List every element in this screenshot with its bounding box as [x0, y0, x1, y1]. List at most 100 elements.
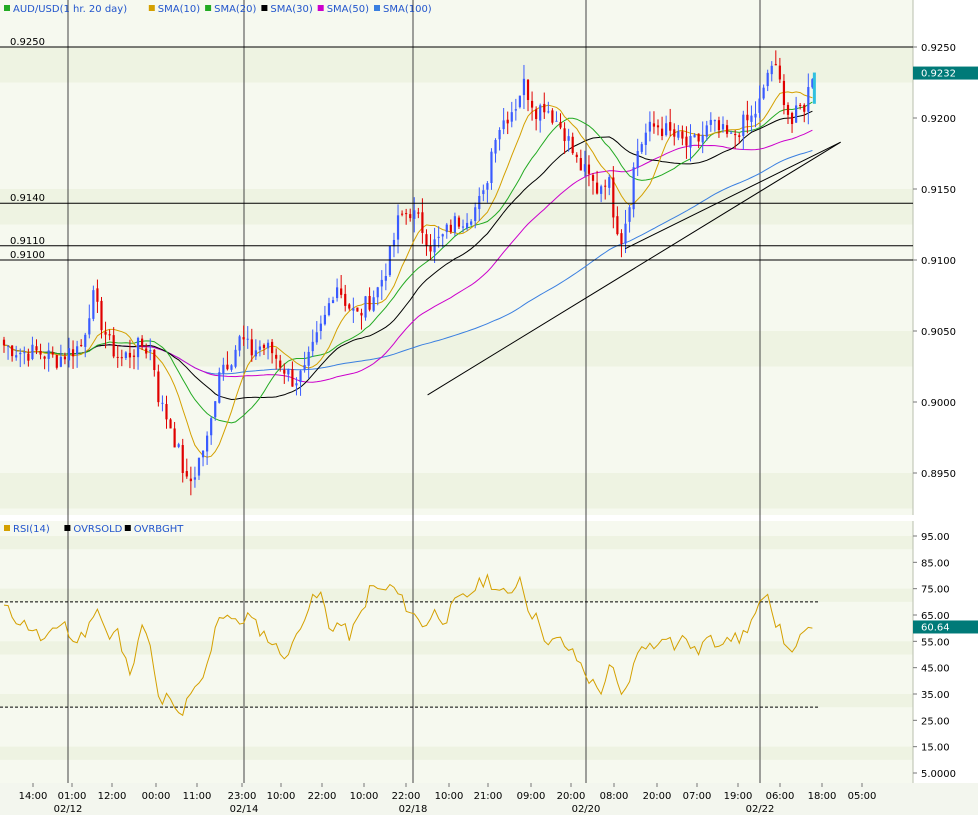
legend-main-item[interactable]: SMA(100) — [374, 4, 432, 15]
candle-body — [563, 128, 566, 142]
x-time-tick: 07:00 — [683, 791, 712, 802]
candle-body — [193, 477, 197, 480]
candle-body — [693, 134, 696, 138]
candle-body — [526, 79, 530, 100]
candle-body — [303, 365, 306, 370]
candle-body — [372, 297, 375, 311]
candle-body — [19, 352, 22, 355]
candle-body — [478, 195, 481, 210]
legend-main-label: SMA(50) — [327, 4, 369, 15]
candle-body — [287, 369, 290, 375]
candle-body — [279, 360, 282, 368]
rsi-y-tick: 15.00 — [921, 743, 950, 754]
candle-body — [656, 125, 660, 128]
candle-body — [153, 349, 156, 371]
candle-body — [409, 214, 412, 219]
x-time-tick: 20:00 — [557, 791, 586, 802]
candle-body — [543, 103, 546, 113]
candle-body — [579, 158, 582, 171]
candle-body — [717, 120, 721, 131]
candle — [518, 95, 521, 109]
legend-swatch — [374, 5, 380, 11]
candle-body — [368, 296, 371, 310]
x-time-tick: 22:00 — [308, 791, 337, 802]
candle-body — [713, 120, 716, 122]
candle-body — [311, 341, 314, 352]
candle-body — [778, 65, 781, 80]
legend-swatch — [124, 525, 131, 531]
candle-body — [400, 213, 404, 215]
price-y-tick: 0.8950 — [921, 469, 956, 480]
candle-body — [705, 125, 708, 137]
rsi-y-tick: 55.00 — [921, 637, 950, 648]
candle-body — [782, 80, 786, 106]
candle-body — [807, 87, 810, 112]
candle-body — [201, 450, 205, 458]
legend-rsi-label: OVRSOLD — [73, 524, 122, 535]
candle-body — [449, 224, 452, 232]
candle-body — [673, 129, 676, 137]
candle-body — [120, 357, 123, 359]
candle-body — [96, 288, 99, 302]
candle-body — [197, 457, 201, 476]
chart-canvas[interactable]: AUD/USD(1 hr. 20 day) SMA(10) SMA(20) SMA(3… — [0, 0, 978, 815]
candle-body — [421, 212, 424, 233]
candle-body — [665, 123, 668, 136]
candle-body — [234, 349, 237, 367]
candle-body — [250, 339, 253, 356]
candle-body — [364, 296, 367, 318]
x-date-tick: 02/20 — [572, 804, 601, 815]
legend-main-item[interactable]: AUD/USD(1 hr. 20 day) — [4, 4, 127, 15]
candle-body — [51, 352, 54, 355]
candle-body — [108, 334, 111, 336]
candle-body — [145, 348, 148, 354]
candle-body — [128, 352, 132, 358]
candle-body — [608, 177, 611, 188]
candle — [551, 108, 554, 125]
rsi-value-tag: 60.64 — [913, 620, 978, 634]
candle-body — [173, 428, 176, 448]
x-time-tick: 10:00 — [435, 791, 464, 802]
candle-body — [88, 318, 91, 335]
legend-rsi-item[interactable]: OVRSOLD — [64, 524, 123, 535]
candle-body — [547, 111, 550, 113]
rsi-y-tick: 5.0000 — [921, 769, 956, 780]
legend-main-label: AUD/USD(1 hr. 20 day) — [13, 4, 127, 15]
candle-body — [461, 226, 465, 228]
candle-body — [730, 132, 733, 134]
price-y-tick: 0.9150 — [921, 185, 956, 196]
candle-body — [770, 65, 773, 75]
candle-body — [766, 72, 769, 87]
price-band — [0, 189, 913, 225]
x-time-tick: 11:00 — [183, 791, 212, 802]
candle — [356, 307, 359, 312]
candle-body — [356, 307, 359, 312]
candle-body — [571, 136, 574, 154]
candle-body — [457, 217, 461, 227]
rsi-y-tick: 65.00 — [921, 611, 950, 622]
candle-body — [210, 418, 213, 436]
candle-body — [23, 352, 26, 354]
candle-body — [506, 119, 509, 124]
candle-body — [685, 136, 688, 146]
x-time-tick: 21:00 — [474, 791, 503, 802]
candle-body — [100, 300, 103, 331]
legend-swatch — [261, 5, 268, 11]
candle-body — [141, 338, 144, 347]
x-time-tick: 22:00 — [392, 791, 421, 802]
price-y-tick: 0.9200 — [921, 114, 956, 125]
x-time-tick: 19:00 — [724, 791, 753, 802]
candle-body — [112, 335, 115, 357]
candle-body — [2, 339, 6, 346]
candle-body — [136, 337, 140, 358]
legend-rsi-item[interactable]: OVRBGHT — [124, 524, 184, 535]
x-date-tick: 02/22 — [746, 804, 775, 815]
candle-body — [738, 135, 741, 137]
candle-body — [583, 164, 586, 172]
candle-body — [165, 404, 168, 420]
rsi-value-label: 60.64 — [921, 622, 950, 633]
candle-body — [92, 290, 95, 319]
candle-body — [486, 183, 489, 190]
candle-body — [742, 114, 745, 136]
x-time-tick: 09:00 — [517, 791, 546, 802]
